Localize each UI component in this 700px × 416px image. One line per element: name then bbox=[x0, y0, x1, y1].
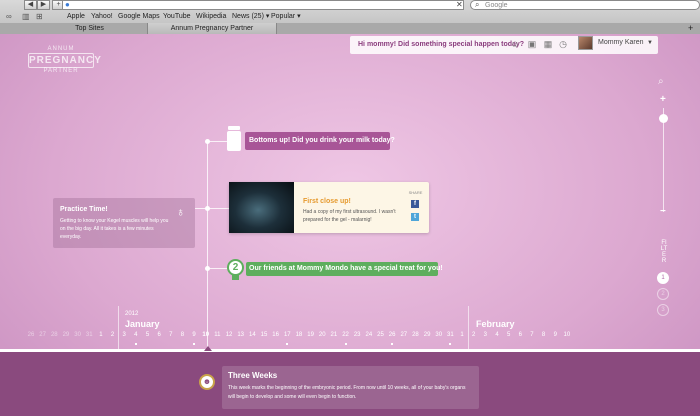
logo-line-1: ANNUM bbox=[47, 46, 75, 52]
month-label-january[interactable]: January bbox=[125, 319, 160, 329]
baby-icon: ☻ bbox=[199, 374, 215, 390]
timeline-stem bbox=[207, 141, 208, 347]
bookmark-youtube[interactable]: YouTube bbox=[163, 11, 191, 23]
ultrasound-card[interactable]: First close up! Had a copy of my first u… bbox=[229, 182, 429, 233]
day-label[interactable]: 10 bbox=[560, 332, 574, 338]
week-text: This week marks the beginning of the emb… bbox=[228, 385, 466, 400]
month-divider bbox=[118, 306, 119, 352]
connector bbox=[195, 208, 207, 209]
event-tick bbox=[286, 343, 289, 345]
event-tick bbox=[391, 343, 394, 345]
chevron-down-icon[interactable]: ▼ bbox=[647, 34, 653, 52]
lightbulb-icon: ♁ bbox=[176, 205, 185, 219]
back-button[interactable]: ◀ bbox=[24, 0, 37, 10]
bookmark-yahoo[interactable]: Yahoo! bbox=[91, 11, 113, 23]
user-name[interactable]: Mommy Karen bbox=[598, 34, 644, 52]
clock-icon[interactable]: ◷ bbox=[558, 39, 568, 49]
bookmark-popular[interactable]: Popular ▾ bbox=[271, 11, 301, 23]
grid-icon[interactable]: ⊞ bbox=[36, 11, 43, 23]
magnifier-icon[interactable]: ⌕ bbox=[658, 76, 664, 87]
smiley-icon[interactable]: ☺ bbox=[510, 39, 520, 49]
current-day-pointer[interactable] bbox=[204, 346, 212, 351]
logo-line-2: PREGNANCY bbox=[28, 53, 102, 68]
month-divider bbox=[468, 306, 469, 352]
filter-button-2[interactable]: 2 bbox=[657, 288, 669, 300]
event-tick bbox=[449, 343, 452, 345]
week-info-box: Three Weeks This week marks the beginnin… bbox=[222, 366, 479, 409]
zoom-slider-handle[interactable] bbox=[659, 114, 668, 123]
week-title: Three Weeks bbox=[228, 371, 278, 380]
facebook-icon[interactable]: f bbox=[411, 200, 419, 208]
filter-label: FILTER bbox=[660, 240, 668, 264]
user-avatar[interactable] bbox=[578, 36, 593, 50]
event-tick bbox=[134, 343, 137, 345]
ultrasound-image[interactable] bbox=[229, 182, 294, 233]
bookmark-news[interactable]: News (25) ▾ bbox=[232, 11, 269, 23]
practice-title: Practice Time! bbox=[60, 206, 108, 213]
zoom-out-icon[interactable]: − bbox=[660, 206, 666, 217]
app-canvas: ANNUM PREGNANCY PARTNER Hi mommy! Did so… bbox=[0, 34, 700, 416]
new-tab-icon[interactable]: + bbox=[688, 23, 693, 34]
practice-card[interactable]: Practice Time! Getting to know your Kege… bbox=[53, 198, 195, 248]
browser-chrome: ◀ ▶ + ● ✕ ⌕ Google ∞ ▥ ⊞ Apple Yahoo! Go… bbox=[0, 0, 700, 34]
bookmark-wikipedia[interactable]: Wikipedia bbox=[196, 11, 226, 23]
treat-badge: 2 bbox=[227, 259, 244, 276]
practice-text: Getting to know your Kegel muscles will … bbox=[60, 218, 169, 240]
tab-annum-pregnancy-partner[interactable]: Annum Pregnancy Partner bbox=[147, 23, 277, 34]
event-tick bbox=[344, 343, 347, 345]
search-icon: ⌕ bbox=[475, 0, 480, 9]
address-bar[interactable]: ● bbox=[62, 0, 464, 10]
book-icon[interactable]: ▥ bbox=[22, 11, 30, 23]
share-label: SHARE bbox=[408, 190, 423, 195]
reload-icon[interactable]: ✕ bbox=[456, 0, 463, 9]
ultrasound-text: Had a copy of my first ultrasound. I was… bbox=[303, 209, 396, 223]
globe-icon: ● bbox=[65, 0, 70, 9]
bookmark-apple[interactable]: Apple bbox=[67, 11, 85, 23]
tab-bar: Top Sites Annum Pregnancy Partner + bbox=[0, 23, 700, 34]
annum-logo[interactable]: ANNUM PREGNANCY PARTNER bbox=[28, 46, 102, 84]
reading-glasses-icon[interactable]: ∞ bbox=[6, 11, 12, 23]
month-label-february[interactable]: February bbox=[476, 319, 515, 329]
filter-button-1[interactable]: 1 bbox=[657, 272, 669, 284]
year-label: 2012 bbox=[125, 311, 139, 317]
camera-icon[interactable]: ▣ bbox=[527, 39, 537, 49]
treat-banner[interactable]: Our friends at Mommy Mondo have a specia… bbox=[246, 262, 443, 276]
share-panel: SHARE f t bbox=[406, 190, 425, 228]
bookmarks-bar: ∞ ▥ ⊞ Apple Yahoo! Google Maps YouTube W… bbox=[0, 11, 700, 23]
search-placeholder: Google bbox=[485, 2, 508, 9]
milk-reminder[interactable]: Bottoms up! Did you drink your milk toda… bbox=[245, 132, 395, 150]
event-tick bbox=[193, 343, 196, 345]
forward-button[interactable]: ▶ bbox=[37, 0, 50, 10]
zoom-slider-track[interactable] bbox=[663, 108, 664, 212]
tab-top-sites[interactable]: Top Sites bbox=[32, 23, 147, 34]
zoom-in-icon[interactable]: + bbox=[660, 94, 666, 105]
filter-button-3[interactable]: 3 bbox=[657, 304, 669, 316]
greeting-prompt[interactable]: Hi mommy! Did something special happen t… bbox=[358, 36, 524, 54]
logo-line-3: PARTNER bbox=[43, 68, 79, 74]
connector bbox=[208, 141, 228, 142]
twitter-icon[interactable]: t bbox=[411, 213, 419, 221]
ultrasound-title: First close up! bbox=[303, 198, 351, 205]
connector bbox=[208, 268, 227, 269]
milk-glass-icon bbox=[227, 126, 241, 152]
bookmark-google-maps[interactable]: Google Maps bbox=[118, 11, 160, 23]
calendar-icon[interactable]: ▦ bbox=[543, 39, 553, 49]
google-search-input[interactable]: ⌕ Google bbox=[470, 0, 700, 10]
connector bbox=[208, 208, 229, 209]
